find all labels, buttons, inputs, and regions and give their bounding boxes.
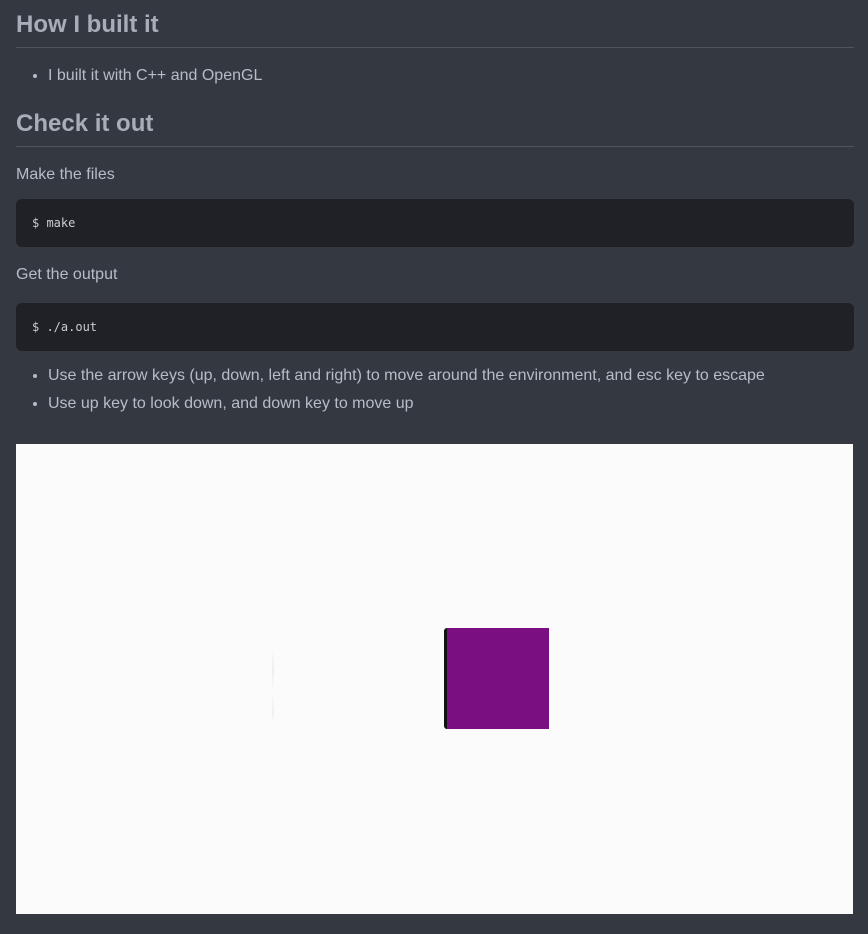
code-block-run[interactable]: $ ./a.out xyxy=(16,303,854,351)
controls-list: Use the arrow keys (up, down, left and r… xyxy=(16,362,854,418)
purple-cube xyxy=(447,628,549,729)
background-mark xyxy=(272,649,274,721)
code-block-make[interactable]: $ make xyxy=(16,199,854,247)
demo-animation-image xyxy=(16,444,853,914)
make-files-text: Make the files xyxy=(16,166,115,183)
built-list: I built it with C++ and OpenGL xyxy=(16,62,854,90)
heading-how-i-built-it: How I built it xyxy=(16,10,854,48)
list-item: Use up key to look down, and down key to… xyxy=(48,390,854,418)
get-output-text: Get the output xyxy=(16,266,118,283)
list-item: Use the arrow keys (up, down, left and r… xyxy=(48,362,854,390)
heading-check-it-out: Check it out xyxy=(16,109,854,147)
list-item: I built it with C++ and OpenGL xyxy=(48,62,854,90)
readme-content: How I built it I built it with C++ and O… xyxy=(16,0,854,418)
